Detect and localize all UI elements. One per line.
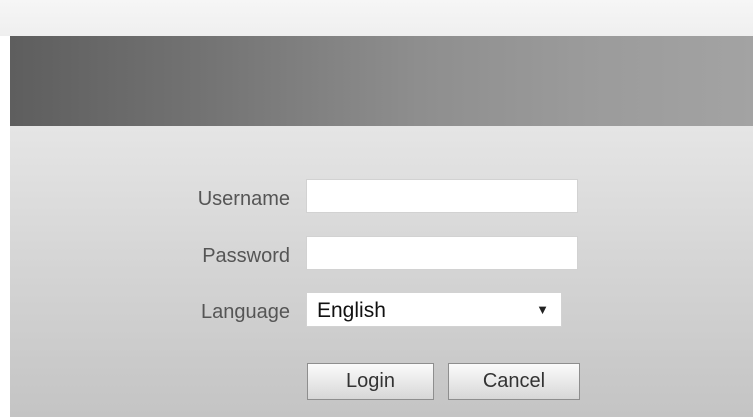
password-input[interactable] bbox=[306, 236, 578, 270]
cancel-button[interactable]: Cancel bbox=[448, 363, 580, 400]
username-input[interactable] bbox=[306, 179, 578, 213]
language-select[interactable]: English ▼ bbox=[306, 292, 562, 327]
login-panel: Username Password Language English ▼ Log… bbox=[10, 36, 753, 417]
language-selected-value: English bbox=[317, 299, 386, 322]
top-strip bbox=[0, 0, 753, 36]
password-label: Password bbox=[202, 245, 290, 267]
header-banner bbox=[10, 36, 753, 126]
login-button[interactable]: Login bbox=[307, 363, 434, 400]
language-label: Language bbox=[201, 301, 290, 323]
username-label: Username bbox=[197, 188, 290, 210]
chevron-down-icon: ▼ bbox=[536, 302, 549, 317]
login-page: Username Password Language English ▼ Log… bbox=[0, 0, 753, 417]
